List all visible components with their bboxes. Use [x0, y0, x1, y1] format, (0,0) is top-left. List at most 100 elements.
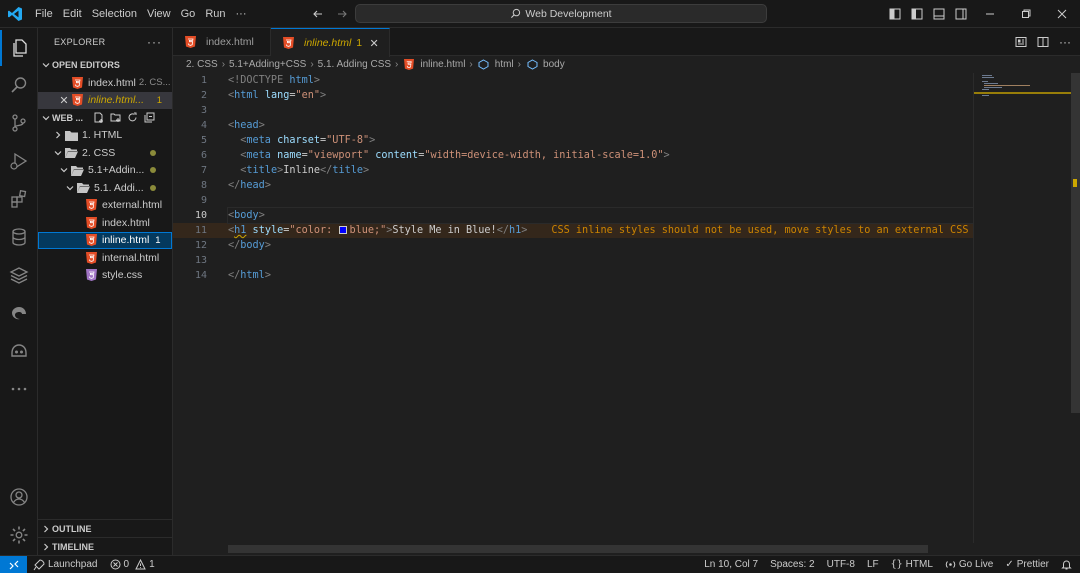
menu-go[interactable]: Go	[176, 3, 201, 25]
tree-folder-adding-css[interactable]: 5.1+Addin...	[38, 162, 172, 180]
collapse-all-icon[interactable]	[144, 112, 155, 123]
code-token: title	[332, 165, 363, 176]
more-views-icon[interactable]	[0, 371, 38, 407]
open-editors-section[interactable]: OPEN EDITORS	[38, 56, 172, 74]
code-token: content	[369, 150, 419, 161]
encoding[interactable]: UTF-8	[821, 556, 861, 573]
go-live-button[interactable]: Go Live	[939, 556, 999, 573]
breadcrumb-item[interactable]: inline.html	[420, 59, 465, 70]
copilot-icon[interactable]	[0, 333, 38, 369]
forward-arrow-icon[interactable]	[332, 4, 352, 24]
new-folder-icon[interactable]	[110, 112, 121, 123]
restore-button[interactable]	[1008, 0, 1044, 28]
refresh-icon[interactable]	[127, 112, 138, 123]
menu-run[interactable]: Run	[200, 3, 230, 25]
customize-layout-icon[interactable]	[884, 0, 906, 28]
color-swatch[interactable]	[339, 226, 348, 234]
code-token: </	[228, 180, 241, 191]
database-icon[interactable]	[0, 219, 38, 255]
chevron-down-icon	[58, 166, 70, 174]
line-number: 3	[200, 105, 207, 116]
menu-edit[interactable]: Edit	[58, 3, 87, 25]
tree-file-inline[interactable]: inline.html 1	[38, 231, 172, 249]
language-mode[interactable]: {} HTML	[885, 556, 939, 573]
settings-gear-icon[interactable]	[0, 517, 38, 553]
split-editor-icon[interactable]	[1032, 28, 1054, 56]
tree-file-external[interactable]: external.html	[38, 197, 172, 215]
breadcrumb-item[interactable]: 5.1. Adding CSS	[318, 59, 391, 70]
close-icon[interactable]: ✕	[367, 36, 381, 50]
tree-file-index[interactable]: index.html	[38, 214, 172, 232]
run-debug-icon[interactable]	[0, 143, 38, 179]
remote-indicator-icon[interactable]	[0, 555, 27, 573]
menu-file[interactable]: File	[30, 3, 58, 25]
toggle-secondary-sidebar-icon[interactable]	[950, 0, 972, 28]
open-editor-index[interactable]: index.html 2. CS...	[38, 74, 172, 92]
more-actions-icon[interactable]: ···	[1054, 28, 1076, 56]
end-of-line[interactable]: LF	[861, 556, 885, 573]
code-editor[interactable]: 1 2 3 4 5 6 7 8 9 10 11 12 13 14 <!DOCTY…	[173, 73, 1080, 555]
indentation[interactable]: Spaces: 2	[764, 556, 820, 573]
tab-index-html[interactable]: index.html	[173, 28, 271, 56]
explorer-more-icon[interactable]: ···	[147, 35, 162, 49]
code-token: body	[234, 210, 259, 221]
layers-icon[interactable]	[0, 257, 38, 293]
breadcrumb-item[interactable]: 2. CSS	[186, 59, 218, 70]
problems-indicator[interactable]: 0 1	[104, 556, 161, 573]
explorer-title: EXPLORER	[54, 37, 106, 47]
open-preview-icon[interactable]	[1010, 28, 1032, 56]
scrollbar-thumb[interactable]	[1071, 73, 1080, 413]
tree-folder-html[interactable]: 1. HTML	[38, 127, 172, 145]
cursor-position[interactable]: Ln 10, Col 7	[698, 556, 764, 573]
command-center-search[interactable]: Web Development	[355, 4, 767, 23]
timeline-section[interactable]: TIMELINE	[38, 537, 173, 555]
tree-folder-adding-css-sub[interactable]: 5.1. Addi...	[38, 179, 172, 197]
close-icon[interactable]: ✕	[58, 94, 70, 107]
minimize-button[interactable]	[972, 0, 1008, 28]
menu-view[interactable]: View	[142, 3, 176, 25]
code-line-warning: <h1 style="color: blue;">Style Me in Blu…	[228, 223, 973, 238]
tree-file-internal[interactable]: internal.html	[38, 249, 172, 267]
new-file-icon[interactable]	[93, 112, 104, 124]
menu-bar: File Edit Selection View Go Run ···	[30, 0, 252, 28]
outline-section[interactable]: OUTLINE	[38, 519, 173, 537]
workspace-section[interactable]: WEB ...	[38, 109, 172, 127]
tab-inline-html[interactable]: inline.html 1 ✕	[271, 28, 391, 57]
code-token: "en"	[295, 90, 321, 101]
accounts-icon[interactable]	[0, 479, 38, 515]
extensions-icon[interactable]	[0, 181, 38, 217]
open-editor-inline[interactable]: ✕ inline.html... 1	[38, 91, 172, 109]
launchpad-button[interactable]: Launchpad	[27, 556, 104, 573]
horizontal-scrollbar[interactable]	[228, 545, 928, 553]
vscode-logo-icon[interactable]	[0, 0, 30, 28]
chevron-right-icon	[52, 131, 64, 139]
search-view-icon[interactable]	[0, 67, 38, 103]
breadcrumb-item[interactable]: body	[543, 59, 565, 70]
vertical-scrollbar[interactable]	[1070, 73, 1080, 543]
explorer-icon[interactable]	[0, 30, 38, 66]
source-control-icon[interactable]	[0, 105, 38, 141]
code-line: </html>	[228, 268, 973, 283]
error-count: 0	[123, 559, 130, 570]
code-line: <html lang="en">	[228, 88, 973, 103]
prettier-status[interactable]: ✓ Prettier	[999, 556, 1055, 573]
tree-label: 5.1+Addin...	[88, 164, 145, 177]
minimap[interactable]	[973, 73, 1071, 543]
prettier-label: Prettier	[1016, 559, 1049, 570]
close-window-button[interactable]	[1044, 0, 1080, 28]
tree-file-style[interactable]: style.css	[38, 267, 172, 285]
menu-selection[interactable]: Selection	[87, 3, 142, 25]
edge-browser-icon[interactable]	[0, 295, 38, 331]
tree-folder-css[interactable]: 2. CSS	[38, 144, 172, 162]
breadcrumb-item[interactable]: 5.1+Adding+CSS	[229, 59, 306, 70]
back-arrow-icon[interactable]	[308, 4, 328, 24]
notifications-bell-icon[interactable]	[1055, 556, 1080, 573]
menu-more[interactable]: ···	[231, 3, 252, 25]
breadcrumb-item[interactable]: html	[495, 59, 514, 70]
inline-warning-message: CSS inline styles should not be used, mo…	[551, 225, 969, 236]
folder-open-icon	[70, 163, 84, 177]
toggle-primary-sidebar-icon[interactable]	[906, 0, 928, 28]
toggle-panel-icon[interactable]	[928, 0, 950, 28]
code-token: >	[258, 120, 265, 131]
